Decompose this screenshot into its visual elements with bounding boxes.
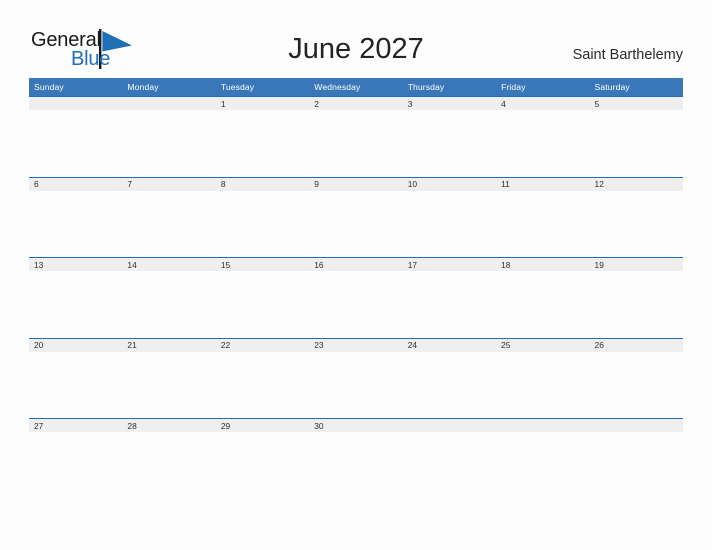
weekday-header-sunday: Sunday [34,82,64,92]
weekday-header-tuesday: Tuesday [220,82,255,92]
day-cell[interactable]: 30 [309,419,402,432]
date-band: 20 21 22 23 24 25 26 [29,338,683,352]
day-cell[interactable]: 3 [403,97,496,110]
day-cell[interactable]: 27 [29,419,122,432]
day-cell[interactable]: 15 [216,258,309,271]
day-cell[interactable]: 5 [590,97,683,110]
week-row: 1 2 3 4 5 [29,96,683,177]
day-cell[interactable]: 29 [216,419,309,432]
day-cell[interactable]: 6 [29,178,122,191]
day-cell[interactable]: 1 [216,97,309,110]
week-row: 6 7 8 9 10 11 12 [29,176,683,258]
location-label: Saint Barthelemy [572,47,683,63]
day-cell[interactable]: 9 [309,178,402,191]
day-cell[interactable]: 25 [496,339,589,352]
date-band: 1 2 3 4 5 [29,97,683,110]
day-cell[interactable]: 4 [496,97,589,110]
day-cell[interactable]: 14 [122,258,215,271]
day-cell[interactable]: 23 [309,339,402,352]
calendar-grid: Sunday Monday Tuesday Wednesday Thursday… [29,78,683,499]
day-cell[interactable]: 28 [122,419,215,432]
weekday-header-monday: Monday [127,82,159,92]
day-cell[interactable]: 7 [122,178,215,191]
day-cell[interactable] [590,419,683,432]
day-cell[interactable]: 21 [122,339,215,352]
day-cell[interactable]: 24 [403,339,496,352]
day-cell[interactable] [122,97,215,110]
day-cell[interactable]: 18 [496,258,589,271]
week-body [29,110,683,176]
week-body [29,271,683,338]
day-cell[interactable] [403,419,496,432]
date-band: 13 14 15 16 17 18 19 [29,258,683,272]
week-row: 27 28 29 30 [29,418,683,499]
day-cell[interactable]: 2 [309,97,402,110]
weekday-header-friday: Friday [501,82,526,92]
week-body [29,351,683,418]
day-cell[interactable]: 10 [403,178,496,191]
day-cell[interactable]: 12 [590,178,683,191]
day-cell[interactable]: 17 [403,258,496,271]
day-cell[interactable]: 11 [496,178,589,191]
day-cell[interactable]: 26 [590,339,683,352]
day-cell[interactable]: 8 [216,178,309,191]
date-band: 27 28 29 30 [29,419,683,433]
weekday-header-wednesday: Wednesday [314,82,361,92]
day-cell[interactable]: 22 [216,339,309,352]
week-row: 20 21 22 23 24 25 26 [29,337,683,419]
week-row: 13 14 15 16 17 18 19 [29,257,683,338]
day-cell[interactable]: 16 [309,258,402,271]
week-body [29,190,683,257]
day-cell[interactable]: 13 [29,258,122,271]
weekday-header-thursday: Thursday [407,82,445,92]
day-cell[interactable]: 19 [590,258,683,271]
weekday-header-row: Sunday Monday Tuesday Wednesday Thursday… [29,78,683,96]
weekday-header-saturday: Saturday [594,82,630,92]
day-cell[interactable] [29,97,122,110]
week-body [29,432,683,499]
day-cell[interactable] [496,419,589,432]
day-cell[interactable]: 20 [29,339,122,352]
page-header: General Blue June 2027 Saint Barthelemy [0,0,712,76]
date-band: 6 7 8 9 10 11 12 [29,177,683,191]
